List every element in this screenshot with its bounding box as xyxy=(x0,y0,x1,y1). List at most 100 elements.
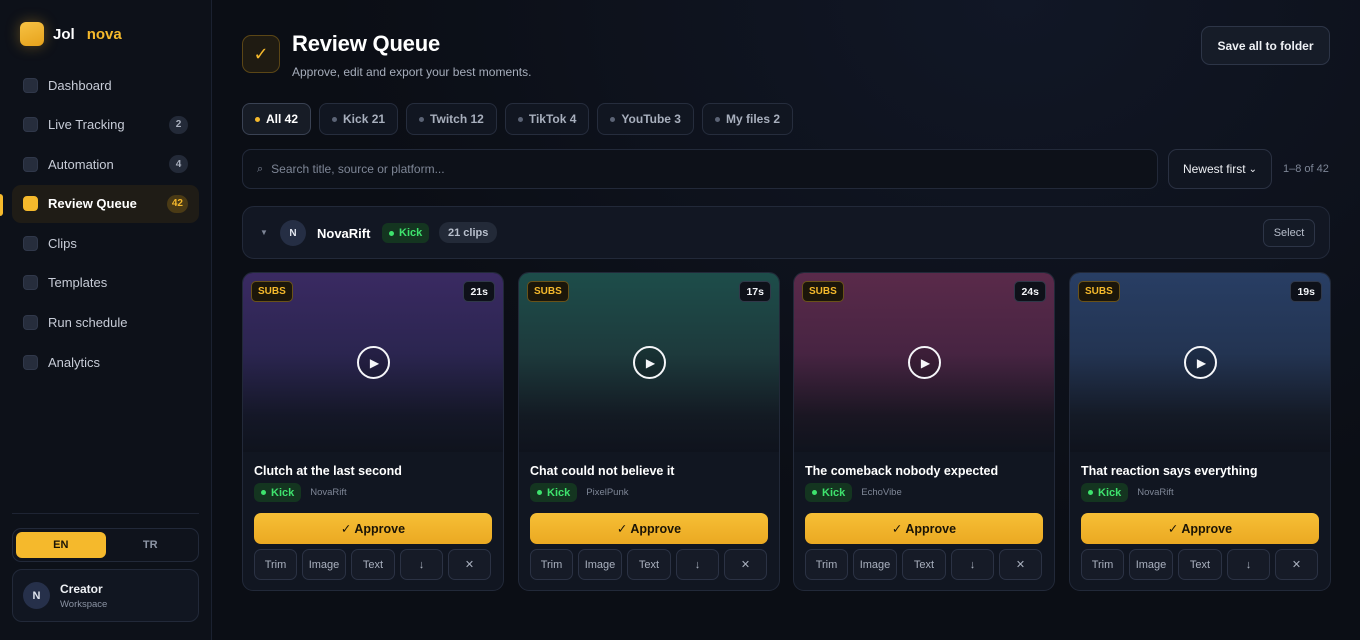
subs-badge: SUBS xyxy=(527,281,569,302)
sidebar-item-clips[interactable]: Clips xyxy=(12,224,199,262)
language-tr-button[interactable]: TR xyxy=(106,532,196,558)
clip-count-badge: 21 clips xyxy=(439,222,498,243)
download-icon[interactable]: ↓ xyxy=(676,549,719,580)
text-button[interactable]: Text xyxy=(351,549,395,580)
avatar: N xyxy=(23,582,50,609)
user-card[interactable]: N Creator Workspace xyxy=(12,569,199,622)
sidebar-item-run-schedule[interactable]: Run schedule xyxy=(12,304,199,342)
brand[interactable]: Jol nova xyxy=(20,22,122,46)
approve-button[interactable]: ✓ Approve xyxy=(254,513,492,544)
trim-button[interactable]: Trim xyxy=(254,549,297,580)
filter-chip-label: YouTube 3 xyxy=(621,112,681,126)
language-en-button[interactable]: EN xyxy=(16,532,106,558)
sidebar-item-label: Clips xyxy=(48,235,77,251)
sort-dropdown[interactable]: Newest first ⌄ xyxy=(1168,149,1272,189)
dot-icon xyxy=(714,116,720,122)
close-icon[interactable]: ✕ xyxy=(1275,549,1318,580)
text-button[interactable]: Text xyxy=(627,549,671,580)
approve-button[interactable]: ✓ Approve xyxy=(805,513,1043,544)
trim-button[interactable]: Trim xyxy=(805,549,848,580)
automation-icon xyxy=(23,156,38,172)
clip-title: The comeback nobody expected xyxy=(805,464,999,478)
result-range: 1–8 of 42 xyxy=(1283,163,1329,175)
filter-chip-label: All 42 xyxy=(266,112,299,126)
sidebar-item-label: Analytics xyxy=(48,354,101,370)
search-icon: ⌕ xyxy=(257,162,264,175)
dot-icon xyxy=(332,116,338,122)
close-icon[interactable]: ✕ xyxy=(999,549,1042,580)
avatar: N xyxy=(280,220,306,246)
clip-title: Clutch at the last second xyxy=(254,464,402,478)
approve-button[interactable]: ✓ Approve xyxy=(530,513,768,544)
text-button[interactable]: Text xyxy=(902,549,946,580)
subs-badge: SUBS xyxy=(1078,281,1120,302)
sidebar-item-review-queue[interactable]: Review Queue 42 xyxy=(12,184,199,223)
sort-label: Newest first xyxy=(1182,162,1246,176)
play-icon[interactable]: ▶ xyxy=(908,346,941,379)
download-icon[interactable]: ↓ xyxy=(400,549,443,580)
filter-chip-twitch[interactable]: Twitch 12 xyxy=(406,103,497,135)
platform-label: Kick xyxy=(399,227,423,239)
play-icon[interactable]: ▶ xyxy=(633,346,666,379)
dot-icon xyxy=(517,116,523,122)
run-schedule-icon xyxy=(23,315,38,331)
dashboard-icon xyxy=(23,77,38,93)
sidebar-item-analytics[interactable]: Analytics xyxy=(12,343,199,381)
image-button[interactable]: Image xyxy=(853,549,897,580)
subs-badge: SUBS xyxy=(802,281,844,302)
trim-button[interactable]: Trim xyxy=(530,549,573,580)
filter-chip-youtube[interactable]: YouTube 3 xyxy=(597,103,694,135)
download-icon[interactable]: ↓ xyxy=(951,549,994,580)
clip-title: Chat could not believe it xyxy=(530,464,675,478)
filter-chip-kick[interactable]: Kick 21 xyxy=(319,103,399,135)
select-button[interactable]: Select xyxy=(1263,219,1315,247)
count-badge: 2 xyxy=(169,115,188,134)
trim-button[interactable]: Trim xyxy=(1081,549,1124,580)
review-queue-icon xyxy=(23,196,38,212)
play-icon[interactable]: ▶ xyxy=(1184,346,1217,379)
subs-badge: SUBS xyxy=(251,281,293,302)
user-workspace: Workspace xyxy=(60,598,108,610)
count-badge: 42 xyxy=(166,194,188,213)
platform-badge: Kick xyxy=(382,223,430,243)
sidebar-item-label: Review Queue xyxy=(48,196,137,212)
image-button[interactable]: Image xyxy=(1129,549,1173,580)
clip-card: SUBS 21s ▶ Clutch at the last second Kic… xyxy=(242,272,504,591)
platform-badge: Kick xyxy=(1081,483,1129,502)
sidebar-item-automation[interactable]: Automation 4 xyxy=(12,145,199,183)
duration-badge: 24s xyxy=(1014,281,1046,302)
count-badge: 4 xyxy=(169,155,188,174)
duration-badge: 21s xyxy=(463,281,495,302)
clip-title: That reaction says everything xyxy=(1081,464,1258,478)
sidebar-item-dashboard[interactable]: Dashboard xyxy=(12,66,199,104)
close-icon[interactable]: ✕ xyxy=(724,549,767,580)
active-nav-indicator xyxy=(0,194,3,216)
text-button[interactable]: Text xyxy=(1178,549,1222,580)
main-content: ✓ Review Queue Approve, edit and export … xyxy=(212,0,1360,640)
filter-chip-my-files[interactable]: My files 2 xyxy=(701,103,794,135)
sidebar-item-templates[interactable]: Templates xyxy=(12,264,199,302)
image-button[interactable]: Image xyxy=(578,549,622,580)
templates-icon xyxy=(23,275,38,291)
brand-logo-icon xyxy=(20,22,44,46)
page-title: Review Queue xyxy=(292,31,440,56)
save-all-button[interactable]: Save all to folder xyxy=(1201,26,1330,65)
image-button[interactable]: Image xyxy=(302,549,346,580)
clip-source: EchoVibe xyxy=(861,487,902,498)
clip-source: PixelPunk xyxy=(586,487,629,498)
filter-chip-label: TikTok 4 xyxy=(528,112,577,126)
download-icon[interactable]: ↓ xyxy=(1227,549,1270,580)
clip-card: SUBS 24s ▶ The comeback nobody expected … xyxy=(793,272,1055,591)
approve-button[interactable]: ✓ Approve xyxy=(1081,513,1319,544)
close-icon[interactable]: ✕ xyxy=(448,549,491,580)
dot-icon xyxy=(610,116,616,122)
collapse-caret-icon[interactable]: ▼ xyxy=(260,228,268,237)
filter-chip-all[interactable]: All 42 xyxy=(242,103,312,135)
filter-chip-tiktok[interactable]: TikTok 4 xyxy=(504,103,590,135)
platform-badge: Kick xyxy=(805,483,853,502)
duration-badge: 17s xyxy=(739,281,771,302)
search-input[interactable]: ⌕ Search title, source or platform... xyxy=(242,149,1158,189)
play-icon[interactable]: ▶ xyxy=(357,346,390,379)
sidebar: Jol nova Dashboard Live Tracking 2 Autom… xyxy=(0,0,212,640)
sidebar-item-live-tracking[interactable]: Live Tracking 2 xyxy=(12,106,199,144)
